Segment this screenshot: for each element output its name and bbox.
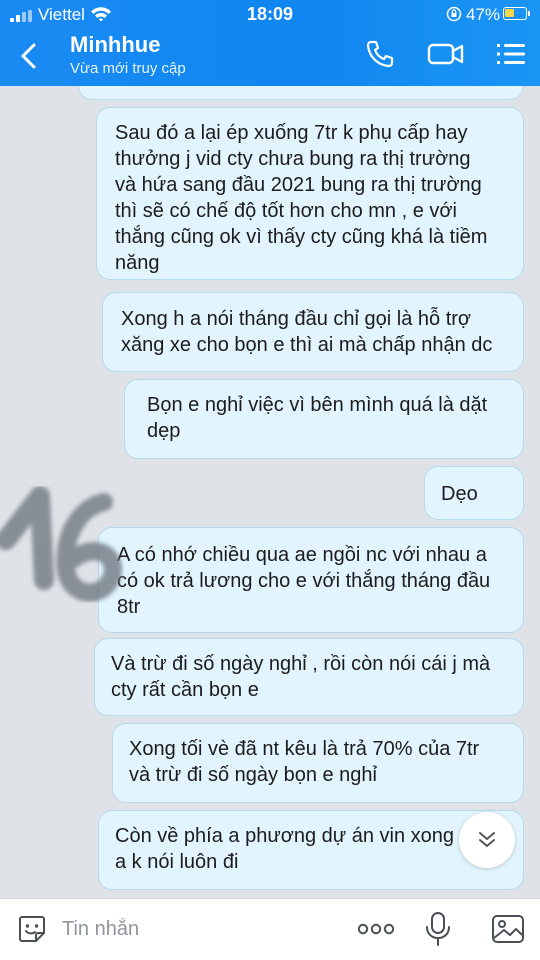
- message-line: Dẹo: [441, 483, 478, 505]
- message-line: năng: [115, 252, 160, 274]
- message-line: A có nhớ chiều qua ae ngồi nc với nhau a: [117, 544, 487, 566]
- back-button[interactable]: [12, 38, 48, 74]
- message-bubble[interactable]: Xong h a nói tháng đầu chỉ gọi là hỗ trợ…: [102, 292, 524, 372]
- microphone-icon[interactable]: [424, 911, 452, 947]
- sticker-smile-icon[interactable]: [16, 913, 48, 945]
- scroll-down-button[interactable]: [459, 812, 515, 868]
- message-line: 8tr: [117, 596, 141, 618]
- contact-status: Vừa mới truy cập: [70, 60, 186, 77]
- battery-level: [505, 9, 514, 17]
- image-icon[interactable]: [490, 911, 526, 947]
- message-input-bar: [0, 898, 540, 960]
- message-line: xăng xe cho bọn e thì ai mà chấp nhận dc: [121, 334, 493, 356]
- list-menu-icon[interactable]: [494, 38, 528, 70]
- message-line: cty rất cần bọn e: [111, 679, 259, 701]
- message-bubble[interactable]: Và trừ đi số ngày nghỉ , rồi còn nói cái…: [94, 638, 524, 716]
- chat-messages[interactable]: Sau đó a lại ép xuống 7tr k phụ cấp hay …: [0, 86, 540, 898]
- status-bar: Viettel 18:09 47%: [0, 0, 540, 28]
- battery-icon: [503, 7, 530, 20]
- message-input[interactable]: [62, 913, 342, 945]
- previous-message-bubble[interactable]: [78, 86, 524, 100]
- chat-header: Viettel 18:09 47% Minhhue Vừa mới truy c…: [0, 0, 540, 86]
- message-line: Xong h a nói tháng đầu chỉ gọi là hỗ trợ: [121, 308, 472, 330]
- message-bubble[interactable]: Dẹo: [424, 466, 524, 520]
- watermark-16: [0, 486, 122, 602]
- message-line: có ok trả lương cho e với thắng tháng đầ…: [117, 570, 491, 592]
- contact-name[interactable]: Minhhue: [70, 32, 160, 58]
- more-dots-icon[interactable]: [356, 919, 396, 939]
- message-line: Sau đó a lại ép xuống 7tr k phụ cấp hay: [115, 122, 468, 144]
- message-line: thắng cũng ok vì thấy cty cũng khá là ti…: [115, 226, 488, 248]
- message-bubble[interactable]: Sau đó a lại ép xuống 7tr k phụ cấp hay …: [96, 107, 524, 280]
- message-line: thì sẽ có chế độ tốt hơn cho mn , e với: [115, 200, 457, 222]
- message-line: dẹp: [147, 420, 181, 442]
- double-chevron-down-icon: [479, 832, 495, 847]
- message-line: a k nói luôn đi: [115, 851, 239, 873]
- message-line: và hứa sang đầu 2021 bung ra thị trường: [115, 174, 482, 196]
- message-bubble[interactable]: Xong tối vè đã nt kêu là trả 70% của 7tr…: [112, 723, 524, 803]
- message-line: Bọn e nghỉ việc vì bên mình quá là dặt: [147, 394, 488, 416]
- message-line: Và trừ đi số ngày nghỉ , rồi còn nói cái…: [111, 653, 491, 675]
- message-line: Xong tối vè đã nt kêu là trả 70% của 7tr: [129, 738, 480, 760]
- message-line: Còn về phía a phương dự án vin xong: [115, 825, 455, 847]
- phone-icon[interactable]: [364, 38, 396, 70]
- rotation-lock-icon: [446, 6, 462, 22]
- message-bubble[interactable]: Bọn e nghỉ việc vì bên mình quá là dặt d…: [124, 379, 524, 459]
- message-line: và trừ đi số ngày bọn e nghỉ: [129, 764, 377, 786]
- video-camera-icon[interactable]: [426, 38, 466, 70]
- message-bubble[interactable]: A có nhớ chiều qua ae ngồi nc với nhau a…: [98, 527, 524, 633]
- battery-percent: 47%: [466, 5, 501, 24]
- message-line: thưởng j vid cty chưa bung ra thị trường: [115, 148, 471, 170]
